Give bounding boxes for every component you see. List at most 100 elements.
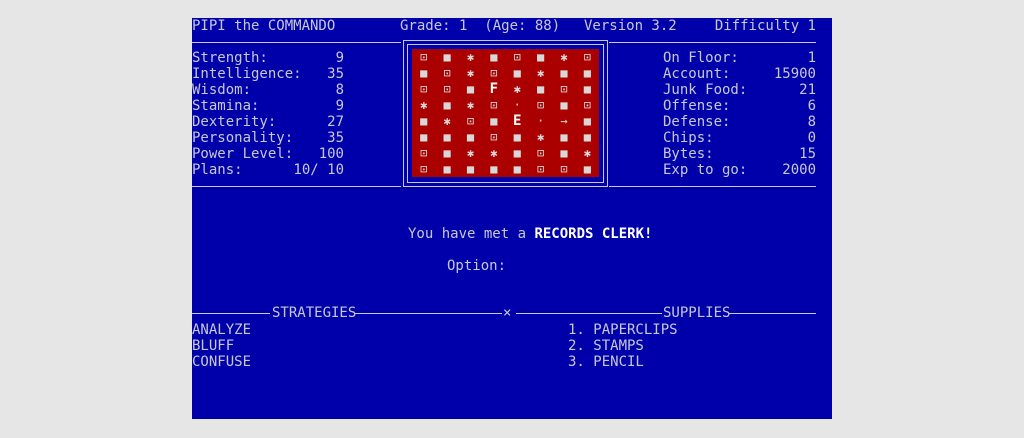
menu-divider-2: [354, 313, 502, 314]
maze-cell: ■: [583, 82, 591, 96]
maze-cell: ✱: [443, 114, 451, 128]
encounter-name: RECORDS CLERK!: [534, 226, 653, 242]
maze-cell: ■: [560, 130, 568, 144]
stat-label-power-level: Power Level:: [192, 146, 294, 162]
maze-cell: ⊡: [420, 50, 428, 64]
stat-value-account: 15900: [773, 66, 816, 82]
supplies-heading: SUPPLIES: [663, 305, 731, 321]
maze-cell: ⊡: [536, 98, 545, 112]
maze-cell: ■: [490, 162, 498, 176]
maze-cell: ■: [443, 98, 451, 112]
maze-cell: ■: [536, 50, 545, 64]
supply-stamps[interactable]: 2. STAMPS: [568, 338, 644, 354]
maze-cell: ■: [420, 66, 428, 80]
encounter-prefix: You have met a: [408, 226, 535, 242]
stat-value-power-level: 100: [318, 146, 344, 162]
maze-cell: ⊡: [420, 162, 428, 176]
version-label: Version 3.2: [584, 18, 677, 34]
strategy-confuse[interactable]: CONFUSE: [192, 354, 251, 370]
maze-cell: ■: [490, 114, 498, 128]
stat-label-account: Account:: [663, 66, 731, 82]
maze-cell: ■: [443, 146, 451, 160]
maze-cell: ⊡: [420, 82, 428, 96]
maze-cell: ■: [443, 162, 451, 176]
strategy-analyze[interactable]: ANALYZE: [192, 322, 251, 338]
strategy-bluff[interactable]: BLUFF: [192, 338, 234, 354]
stat-label-dexterity: Dexterity:: [192, 114, 277, 130]
stat-label-offense: Offense:: [663, 98, 731, 114]
stat-label-junk-food: Junk Food:: [663, 82, 748, 98]
stat-label-on-floor: On Floor:: [663, 50, 739, 66]
maze-cell: ✱: [583, 146, 591, 160]
maze-cell: ■: [443, 50, 451, 64]
stat-label-chips: Chips:: [663, 130, 714, 146]
header-divider-left: [192, 42, 401, 43]
stat-value-dexterity: 27: [327, 114, 344, 130]
maze-cell: →: [560, 114, 568, 128]
maze-cell: ✱: [536, 66, 545, 80]
option-prompt[interactable]: Option:: [447, 258, 506, 274]
maze-cell: ⊡: [490, 66, 498, 80]
menu-divider-3: [516, 313, 662, 314]
maze-cell: ⊡: [443, 82, 451, 96]
stat-value-stamina: 9: [335, 98, 344, 114]
maze-cell: ⊡: [583, 50, 591, 64]
game-screen: PIPI the COMMANDO Grade: 1 (Age: 88) Ver…: [192, 18, 832, 419]
maze-cell: ✱: [466, 66, 475, 80]
stat-value-wisdom: 8: [335, 82, 344, 98]
maze-feature-f: F: [489, 81, 499, 97]
stat-label-exp-to-go: Exp to go:: [663, 162, 748, 178]
stat-label-bytes: Bytes:: [663, 146, 714, 162]
stat-label-strength: Strength:: [192, 50, 268, 66]
stat-value-intelligence: 35: [327, 66, 344, 82]
stat-value-strength: 9: [335, 50, 344, 66]
maze-cell: ⊡: [420, 146, 428, 160]
maze-cell: ⊡: [513, 50, 521, 64]
maze-cell: ■: [513, 66, 521, 80]
maze-cell: ✱: [466, 98, 475, 112]
maze-cell: ✱: [490, 146, 498, 160]
maze-cell: ⊡: [490, 98, 498, 112]
strategies-heading: STRATEGIES: [272, 305, 357, 321]
maze-cell: ■: [513, 130, 521, 144]
maze-cell: ·: [513, 98, 521, 112]
stat-label-plans: Plans:: [192, 162, 243, 178]
stat-value-exp-to-go: 2000: [782, 162, 816, 178]
maze-cell: ■: [536, 82, 545, 96]
encounter-message: You have met a RECORDS CLERK!: [408, 226, 652, 242]
maze-inner-border: ⊡ ■ ✱ ■ ⊡ ■ ✱ ⊡ ■ ⊡ ✱ ⊡ ■ ✱ ■ ■ ⊡ ⊡ ■ F ✱ ■ ⊡ ■ ✱ ■ ✱ ⊡ · ⊡ ■ ⊡ ■ ✱ ⊡ ■ E · → ■…: [407, 44, 604, 183]
stat-label-intelligence: Intelligence:: [192, 66, 302, 82]
stat-label-defense: Defense:: [663, 114, 731, 130]
maze-cell: ■: [560, 66, 568, 80]
maze-cell: ⊡: [560, 162, 568, 176]
stat-value-personality: 35: [327, 130, 344, 146]
maze-cell: ⊡: [583, 98, 591, 112]
maze-cell: ■: [513, 162, 521, 176]
player-marker: E: [512, 113, 522, 129]
stat-label-personality: Personality:: [192, 130, 294, 146]
supply-paperclips[interactable]: 1. PAPERCLIPS: [568, 322, 678, 338]
maze-cell: ■: [443, 130, 451, 144]
maze-cell: ■: [560, 146, 568, 160]
maze-cell: ■: [420, 130, 428, 144]
maze-cell: ✱: [513, 82, 521, 96]
menu-divider-4: [729, 313, 816, 314]
maze-cell: ■: [490, 50, 498, 64]
player-title: PIPI the COMMANDO: [192, 18, 336, 34]
stat-label-wisdom: Wisdom:: [192, 82, 252, 98]
maze-cell: ⊡: [443, 66, 451, 80]
maze-cell: ·: [536, 114, 545, 128]
maze-cell: ■: [466, 82, 475, 96]
maze-cell: ✱: [420, 98, 428, 112]
supply-pencil[interactable]: 3. PENCIL: [568, 354, 644, 370]
maze-cell: ■: [466, 130, 475, 144]
maze-frame: ⊡ ■ ✱ ■ ⊡ ■ ✱ ⊡ ■ ⊡ ✱ ⊡ ■ ✱ ■ ■ ⊡ ⊡ ■ F ✱ ■ ⊡ ■ ✱ ■ ✱ ⊡ · ⊡ ■ ⊡ ■ ✱ ⊡ ■ E · → ■…: [403, 40, 608, 187]
maze-grid: ⊡ ■ ✱ ■ ⊡ ■ ✱ ⊡ ■ ⊡ ✱ ⊡ ■ ✱ ■ ■ ⊡ ⊡ ■ F ✱ ■ ⊡ ■ ✱ ■ ✱ ⊡ · ⊡ ■ ⊡ ■ ✱ ⊡ ■ E · → ■…: [412, 49, 599, 177]
maze-cell: ✱: [536, 130, 545, 144]
maze-cell: ■: [583, 114, 591, 128]
maze-cell: ⊡: [560, 82, 568, 96]
maze-cell: ⊡: [536, 146, 545, 160]
maze-cell: ■: [560, 98, 568, 112]
stats-divider-left: [192, 186, 401, 187]
stat-value-defense: 8: [807, 114, 816, 130]
